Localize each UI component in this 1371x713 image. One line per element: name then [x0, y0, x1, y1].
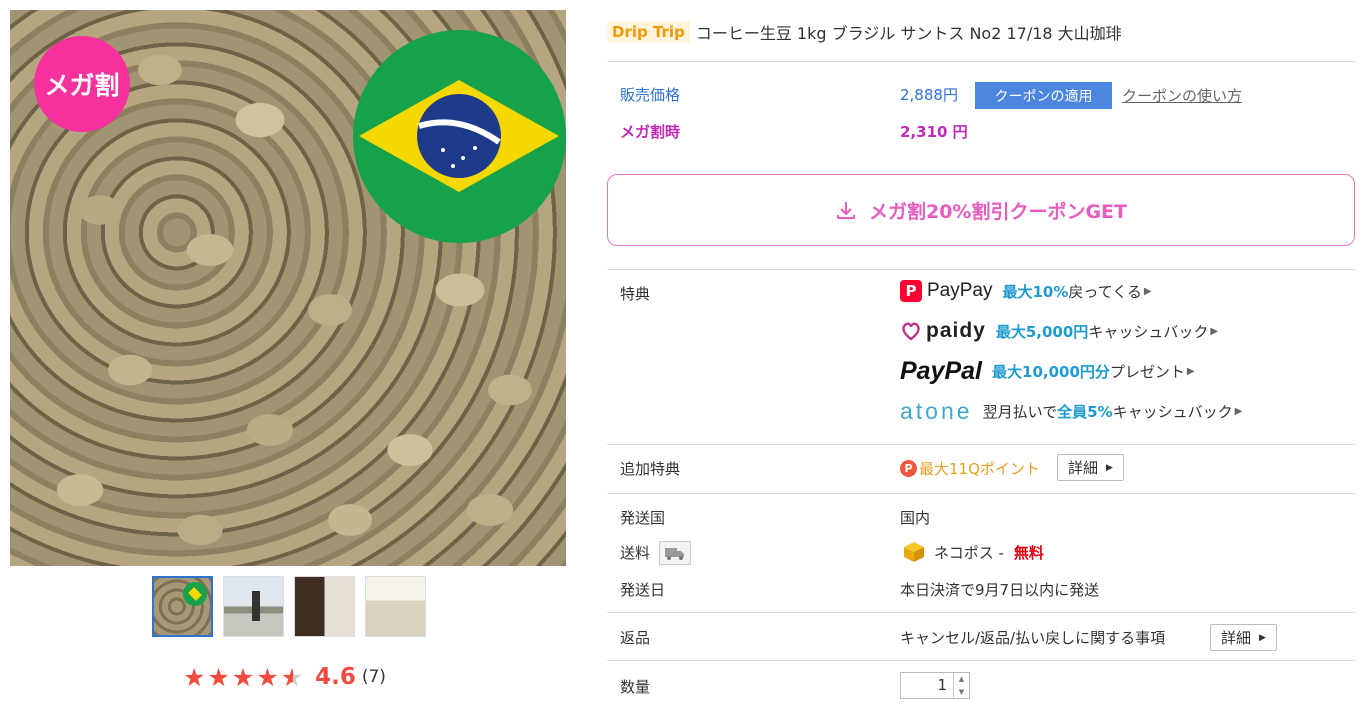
- quantity-label: 数量: [620, 678, 651, 696]
- divider: [607, 612, 1356, 613]
- divider: [607, 444, 1356, 445]
- perk-prefix: 翌月払いで: [982, 403, 1058, 421]
- perk-text: 戻ってくる: [1068, 282, 1142, 301]
- thumbnail-strip: [152, 576, 426, 637]
- chevron-down-icon[interactable]: ▼: [954, 686, 969, 699]
- star-icon: ★: [256, 662, 279, 692]
- extra-points: P 最大11Qポイント: [900, 458, 1040, 479]
- perk-highlight: 最大5,000円: [995, 322, 1089, 341]
- ship-country-label: 発送国: [620, 509, 666, 527]
- triangle-right-icon: ▶: [1143, 285, 1152, 297]
- coupon-howto-link[interactable]: クーポンの使い方: [1122, 85, 1242, 106]
- points-text: 最大11Qポイント: [919, 460, 1040, 478]
- star-icon: ★: [207, 662, 230, 692]
- paidy-logo: paidy: [900, 319, 986, 343]
- triangle-right-icon: ▶: [1259, 632, 1266, 643]
- star-icon: ★: [183, 662, 206, 692]
- rating-count[interactable]: (7): [362, 667, 386, 687]
- thumbnail-3[interactable]: [294, 576, 355, 637]
- mega-sale-badge: メガ割: [34, 36, 130, 132]
- chevron-up-icon[interactable]: ▲: [954, 673, 969, 686]
- returns-label: 返品: [620, 629, 651, 647]
- mega-price-label: メガ割時: [620, 123, 681, 141]
- shipping-method: ネコポス - 無料: [902, 540, 1044, 564]
- perks-label: 特典: [620, 285, 651, 303]
- extra-perks-label: 追加特典: [620, 460, 681, 478]
- product-main-image[interactable]: メガ割: [10, 10, 566, 566]
- triangle-right-icon: ▶: [1106, 462, 1113, 473]
- mega-coupon-label: メガ割20%割引クーポンGET: [868, 200, 1127, 223]
- paidy-icon: [902, 322, 920, 341]
- perk-paypay[interactable]: P PayPay 最大10% 戻ってくる ▶: [900, 280, 1152, 302]
- price-label: 販売価格: [620, 86, 681, 104]
- thumbnail-1[interactable]: [152, 576, 213, 637]
- divider: [607, 61, 1356, 62]
- divider: [607, 660, 1356, 661]
- perk-text: キャッシュバック: [1112, 403, 1233, 421]
- ship-date-label: 発送日: [620, 581, 666, 599]
- perk-text: プレゼント: [1109, 363, 1185, 381]
- star-icon: ★: [231, 662, 255, 692]
- extra-perks-detail-button[interactable]: 詳細 ▶: [1057, 454, 1124, 481]
- product-rating[interactable]: ★ ★ ★ ★ ★ 4.6 (7): [183, 664, 386, 690]
- coupon-apply-button[interactable]: クーポンの適用: [975, 82, 1112, 109]
- quantity-stepper[interactable]: 1 ▲ ▼: [900, 672, 970, 699]
- triangle-right-icon: ▶: [1186, 366, 1195, 377]
- perk-atone[interactable]: atone 翌月払いで 全員5% キャッシュバック ▶: [900, 398, 1242, 425]
- perk-highlight: 最大10,000円分: [992, 363, 1110, 381]
- brazil-flag-image: [353, 30, 566, 243]
- quantity-input[interactable]: 1: [901, 673, 953, 698]
- mega-price-value: 2,310 円: [900, 123, 968, 141]
- perk-paidy[interactable]: paidy 最大5,000円 キャッシュバック ▶: [900, 319, 1218, 343]
- perk-highlight: 最大10%: [1002, 282, 1069, 301]
- ship-country-value: 国内: [900, 509, 931, 527]
- paypal-logo: PayPal: [900, 357, 983, 385]
- quantity-spinner[interactable]: ▲ ▼: [953, 673, 969, 698]
- divider: [607, 493, 1356, 494]
- shipping-free-text: 無料: [1013, 543, 1044, 562]
- shipping-fee-label: 送料: [620, 544, 651, 562]
- divider: [607, 269, 1356, 270]
- shipping-method-text: ネコポス -: [934, 543, 1004, 562]
- thumbnail-2[interactable]: [223, 576, 284, 637]
- perk-paypal[interactable]: PayPal 最大10,000円分 プレゼント ▶: [900, 357, 1195, 386]
- paypay-logo: P PayPay: [900, 280, 992, 302]
- atone-logo: atone: [900, 398, 973, 424]
- paypay-icon: P: [900, 280, 922, 302]
- shop-badge[interactable]: Drip Trip: [607, 21, 690, 43]
- returns-value: キャンセル/返品/払い戻しに関する事項: [900, 629, 1166, 647]
- box-icon: [904, 542, 924, 562]
- perk-highlight: 全員5%: [1057, 403, 1113, 421]
- triangle-right-icon: ▶: [1210, 325, 1219, 337]
- returns-detail-button[interactable]: 詳細 ▶: [1210, 624, 1277, 651]
- truck-icon[interactable]: [659, 541, 691, 565]
- star-half-icon: ★: [280, 662, 304, 692]
- price-value: 2,888円: [900, 86, 958, 104]
- mega-coupon-get-button[interactable]: メガ割20%割引クーポンGET: [607, 174, 1355, 246]
- product-title: コーヒー生豆 1kg ブラジル サントス No2 17/18 大山珈琲: [695, 24, 1122, 43]
- triangle-right-icon: ▶: [1234, 406, 1243, 417]
- thumbnail-4[interactable]: [365, 576, 426, 637]
- perk-text: キャッシュバック: [1088, 322, 1209, 341]
- rating-score: 4.6: [315, 664, 356, 690]
- product-title-row: Drip Trip コーヒー生豆 1kg ブラジル サントス No2 17/18…: [607, 20, 1122, 44]
- point-icon: P: [900, 460, 917, 477]
- download-icon: [835, 199, 857, 221]
- ship-date-value: 本日決済で9月7日以内に発送: [900, 581, 1100, 599]
